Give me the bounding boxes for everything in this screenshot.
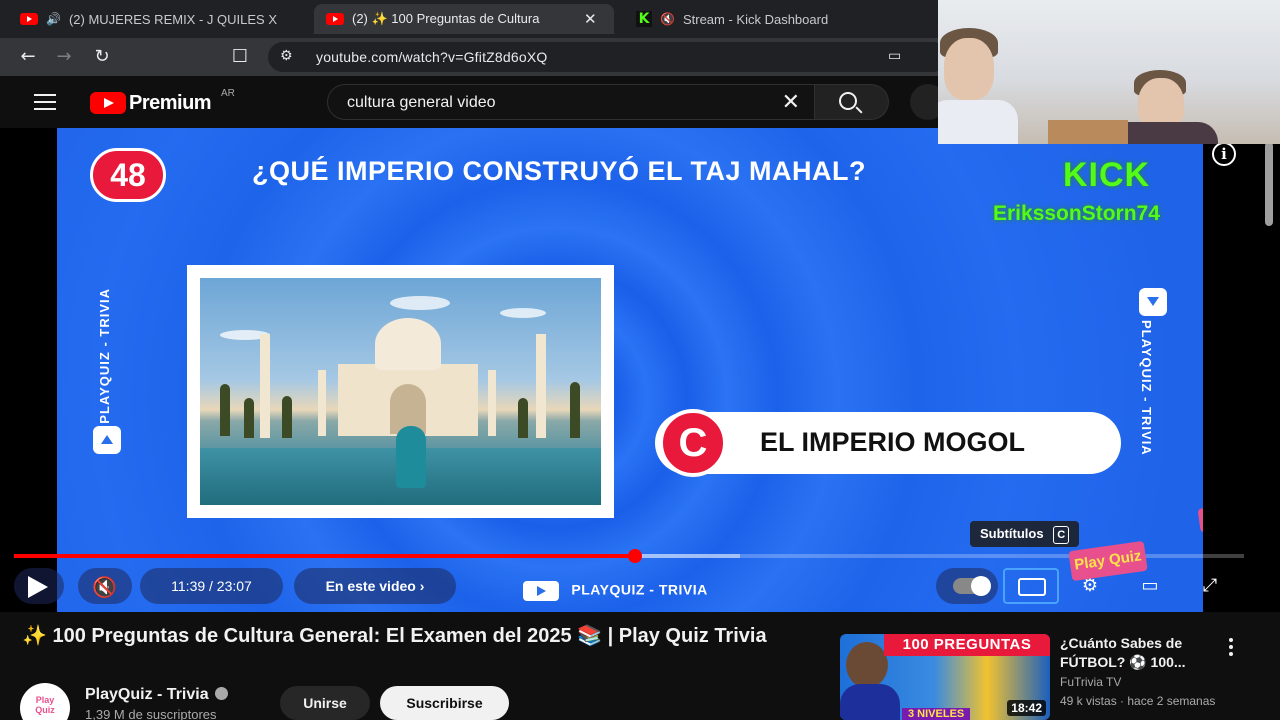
tooltip-label: Subtítulos (980, 526, 1044, 541)
youtube-icon (326, 13, 344, 25)
progress-bar[interactable] (14, 549, 1244, 563)
autoplay-toggle[interactable] (953, 576, 991, 596)
muted-speaker-icon: 🔇 (92, 575, 117, 599)
address-bar[interactable]: ⚙ youtube.com/watch?v=GfitZ8d6oXQ ▭ (268, 42, 948, 72)
logo-text[interactable]: Premium (129, 92, 212, 115)
subtitles-button[interactable] (1003, 568, 1059, 604)
chevron-right-icon: › (419, 578, 425, 594)
subscriber-count: 1,39 M de suscriptores (85, 707, 217, 720)
answer-card: C EL IMPERIO MOGOL (655, 409, 1121, 477)
webcam-furniture (1048, 120, 1128, 144)
recommended-channel[interactable]: FuTrivia TV (1060, 675, 1121, 689)
video-player[interactable]: 48 ¿QUÉ IMPERIO CONSTRUYÓ EL TAJ MAHAL? … (0, 128, 1280, 612)
browser-tab-kick-dashboard[interactable]: K 🔇 Stream - Kick Dashboard (624, 4, 924, 34)
question-text: ¿QUÉ IMPERIO CONSTRUYÓ EL TAJ MAHAL? (252, 156, 867, 186)
subtitles-icon (1018, 578, 1046, 596)
recommended-title[interactable]: ¿Cuánto Sabes de FÚTBOL? ⚽ 100... (1060, 634, 1220, 672)
tab-title: (2) ✨ 100 Preguntas de Cultura (352, 11, 540, 26)
playquiz-logo-icon (1139, 288, 1167, 316)
close-tab-icon[interactable]: ✕ (584, 10, 597, 28)
miniplayer-icon[interactable]: ▭ (1130, 570, 1170, 602)
time-display: 11:39 / 23:07 (140, 568, 283, 604)
speaker-icon[interactable]: 🔊 (46, 12, 61, 26)
back-arrow-icon[interactable]: ← (16, 45, 40, 69)
channel-brand-text: PLAYQUIZ - TRIVIA (571, 581, 708, 598)
fullscreen-icon[interactable]: ⤢ (1190, 570, 1230, 602)
browser-tab-preguntas[interactable]: (2) ✨ 100 Preguntas de Cultura ✕ (314, 4, 614, 34)
tab-title: (2) MUJERES REMIX - J QUILES X (68, 11, 277, 27)
cast-icon[interactable]: ▭ (888, 48, 901, 64)
muted-speaker-icon[interactable]: 🔇 (660, 12, 675, 26)
search-input[interactable]: cultura general video ✕ (327, 84, 815, 120)
side-brand-left: PLAYQUIZ - TRIVIA (93, 288, 133, 458)
thumbnail-banner: 100 PREGUNTAS (884, 634, 1050, 656)
channel-name[interactable]: PlayQuiz - Trivia (85, 686, 228, 704)
tab-title: Stream - Kick Dashboard (682, 11, 829, 27)
play-icon[interactable] (28, 576, 48, 598)
side-brand-text: PLAYQUIZ - TRIVIA (97, 288, 112, 424)
reload-icon[interactable]: ↻ (90, 45, 114, 69)
youtube-logo-icon[interactable] (90, 92, 126, 114)
answer-letter: C (659, 409, 727, 477)
video-title: ✨ 100 Preguntas de Cultura General: El E… (22, 625, 767, 647)
screen: 🔊 (2) MUJERES REMIX - J QUILES X (2) ✨ 1… (0, 0, 1280, 720)
forward-arrow-icon[interactable]: → (52, 45, 76, 69)
verified-badge-icon (214, 687, 228, 700)
webcam-overlay (938, 0, 1280, 144)
kick-icon: K (636, 11, 652, 27)
join-button[interactable]: Unirse (280, 686, 370, 720)
playquiz-logo-icon (93, 426, 121, 454)
thumbnail-subtext: 3 NIVELES (902, 708, 971, 720)
playquiz-logo-icon (523, 581, 559, 601)
url-text: youtube.com/watch?v=GfitZ8d6oXQ (316, 49, 548, 65)
side-brand-right: PLAYQUIZ - TRIVIA (1135, 288, 1175, 458)
playquiz-watermark-icon: Play Quiz (1197, 503, 1203, 533)
progress-played (14, 554, 636, 558)
menu-icon[interactable] (34, 94, 56, 110)
answer-text: EL IMPERIO MOGOL (760, 427, 1026, 457)
tooltip-shortcut-key: C (1053, 526, 1070, 544)
channel-brand-bar: PLAYQUIZ - TRIVIA (523, 581, 708, 601)
region-code: AR (221, 88, 235, 99)
taj-mahal-photo (187, 265, 614, 518)
streamer-username: ErikssonStorn74 (993, 202, 1160, 225)
question-number: 48 (90, 148, 166, 202)
clear-search-icon[interactable]: ✕ (782, 90, 800, 115)
more-options-icon[interactable] (1226, 638, 1236, 656)
search-query: cultura general video (347, 94, 496, 111)
kick-overlay-label: KICK (1063, 156, 1151, 194)
site-info-icon[interactable]: ⚙ (280, 48, 293, 64)
side-brand-text: PLAYQUIZ - TRIVIA (1139, 320, 1154, 456)
browser-tab-mujeres-remix[interactable]: 🔊 (2) MUJERES REMIX - J QUILES X (8, 4, 308, 34)
video-duration: 18:42 (1007, 700, 1046, 716)
search-button[interactable] (815, 84, 889, 120)
subscribe-button[interactable]: Suscribirse (380, 686, 509, 720)
recommended-meta: 49 k vistas · hace 2 semanas (1060, 694, 1216, 708)
search-icon (839, 92, 857, 110)
channel-name-text: PlayQuiz - Trivia (85, 686, 209, 703)
chapters-button[interactable]: En este video › (294, 568, 456, 604)
page-scrollbar[interactable] (1265, 142, 1273, 226)
info-icon[interactable]: i (1212, 142, 1236, 166)
channel-avatar[interactable] (20, 683, 70, 720)
recommended-thumbnail[interactable]: 100 PREGUNTAS 3 NIVELES 18:42 (840, 634, 1050, 720)
subtitles-tooltip: Subtítulos C (970, 521, 1080, 547)
chapters-label: En este video (325, 578, 416, 594)
bookmark-icon[interactable]: ☐ (228, 45, 252, 69)
youtube-icon (20, 13, 38, 25)
